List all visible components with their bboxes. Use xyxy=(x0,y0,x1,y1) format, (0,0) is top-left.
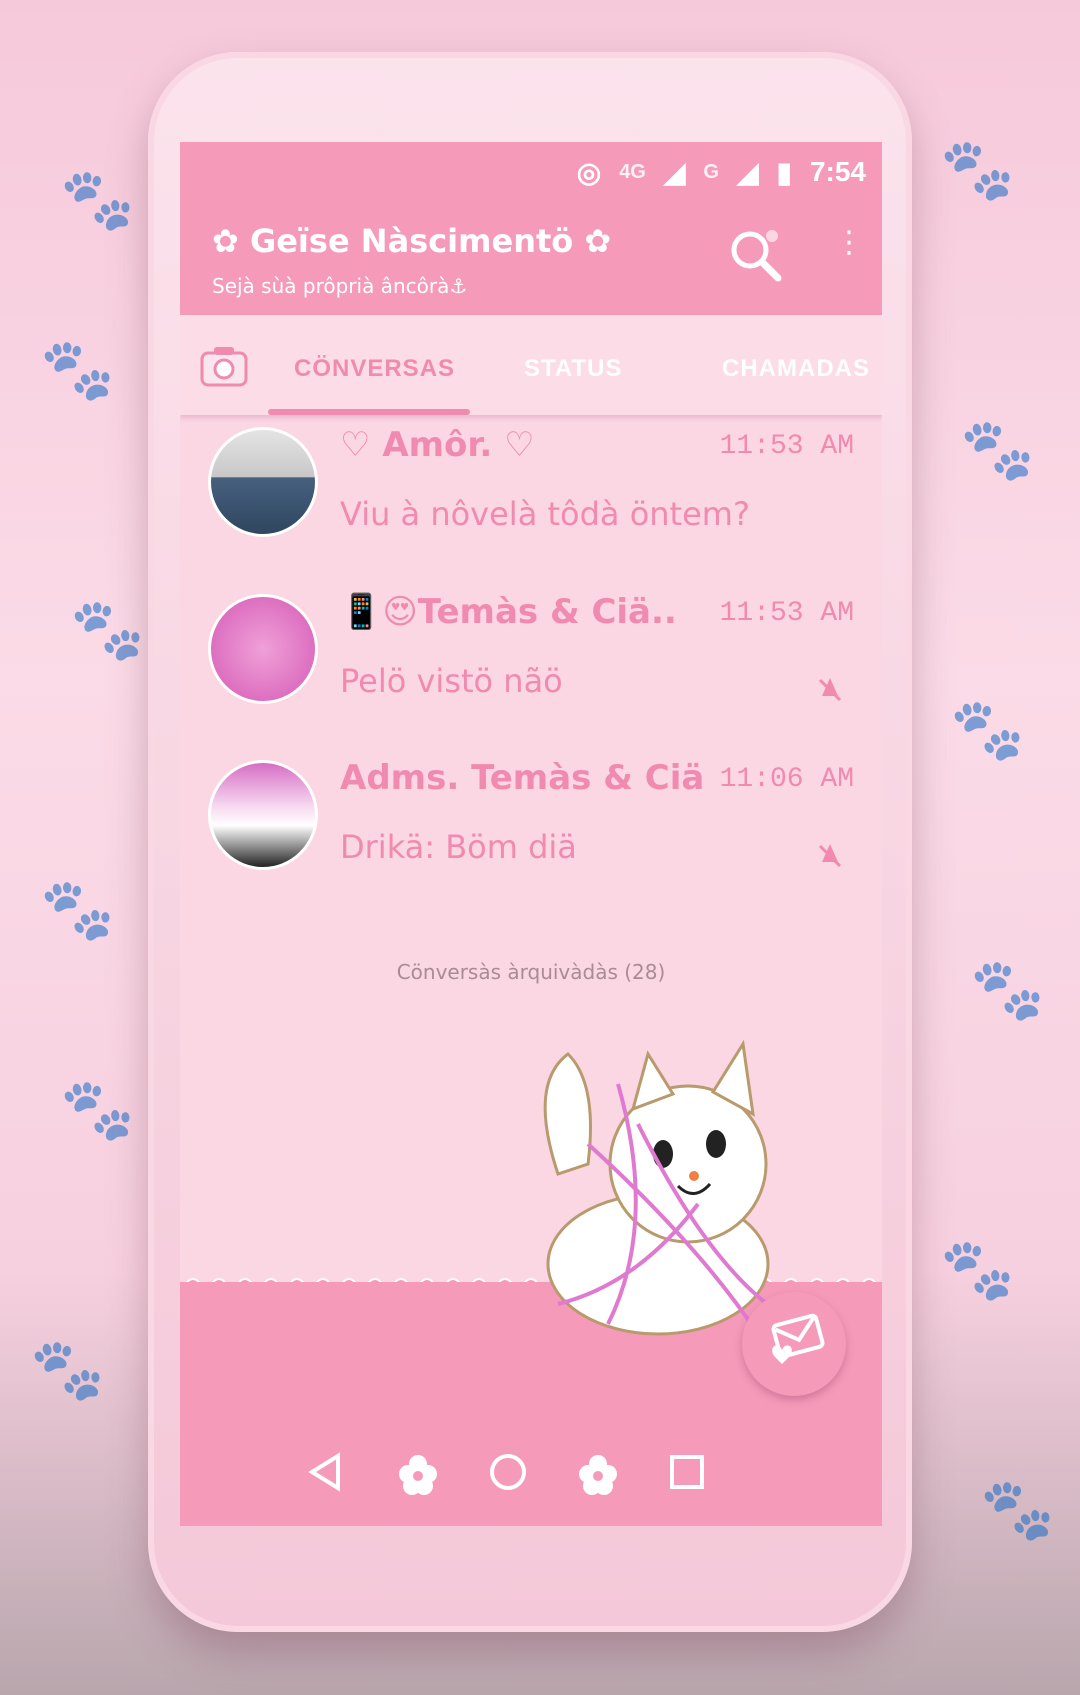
search-icon[interactable] xyxy=(724,224,784,284)
tab-indicator xyxy=(268,409,470,415)
mute-icon xyxy=(818,678,842,702)
camera-icon[interactable] xyxy=(200,343,248,387)
menu-icon[interactable]: ⋮ xyxy=(834,228,864,258)
flower-icon xyxy=(399,1455,437,1495)
status-bar: ◎ 4G ◢ G ◢ ▮ 7:54 xyxy=(180,142,882,202)
data-saver-icon: ◎ xyxy=(576,156,602,188)
chat-message: Viu à nôvelà tôdà öntem? xyxy=(340,495,750,533)
chat-row[interactable]: Adms. Temàs & Ciä 11:06 AM Drikä: Böm di… xyxy=(180,750,882,900)
chat-message: Drikä: Böm diä xyxy=(340,828,577,866)
profile-subtitle: Sejà sùà prôprià âncôrà⚓ xyxy=(212,274,468,298)
tab-chamadas[interactable]: CHAMADAS xyxy=(722,355,870,383)
status-time: 7:54 xyxy=(809,156,866,187)
chat-message: Pelö vistö nãö xyxy=(340,662,563,700)
chat-time: 11:53 AM xyxy=(719,431,854,462)
phone-screen: ◎ 4G ◢ G ◢ ▮ 7:54 ✿ Geïse Nàscimentö ✿ S… xyxy=(180,142,882,1526)
network-type-primary: 4G xyxy=(619,160,646,183)
signal-icon: ◢ xyxy=(663,156,686,188)
recents-icon[interactable] xyxy=(670,1455,704,1489)
app-bar: ✿ Geïse Nàscimentö ✿ Sejà sùà prôprià ân… xyxy=(180,202,882,315)
chat-name: Adms. Temàs & Ciä xyxy=(340,758,705,798)
tab-status[interactable]: STATUS xyxy=(524,355,622,383)
archived-chats-link[interactable]: Cönversàs àrquivàdàs (28) xyxy=(180,960,882,984)
profile-title: ✿ Geïse Nàscimentö ✿ xyxy=(212,222,612,260)
network-type-secondary: G xyxy=(703,160,719,183)
new-message-button[interactable] xyxy=(742,1292,846,1396)
tab-bar: CÖNVERSAS STATUS CHAMADAS xyxy=(180,315,882,415)
signal-icon-2: ◢ xyxy=(736,156,759,188)
message-heart-icon xyxy=(771,1313,825,1364)
tab-conversas[interactable]: CÖNVERSAS xyxy=(294,355,455,383)
chat-time: 11:53 AM xyxy=(719,598,854,629)
chat-name: ♡ Amôr. ♡ xyxy=(340,425,535,465)
chat-row[interactable]: 📱😍Temàs & Ciä.. 11:53 AM Pelö vistö nãö xyxy=(180,584,882,734)
avatar xyxy=(208,760,318,870)
chat-row[interactable]: ♡ Amôr. ♡ 11:53 AM Viu à nôvelà tôdà önt… xyxy=(180,417,882,567)
battery-icon: ▮ xyxy=(776,156,792,188)
back-icon[interactable] xyxy=(308,1452,340,1492)
avatar xyxy=(208,594,318,704)
home-icon[interactable] xyxy=(490,1454,526,1490)
mute-icon xyxy=(818,844,842,868)
chat-name: 📱😍Temàs & Ciä.. xyxy=(340,592,677,632)
chat-time: 11:06 AM xyxy=(719,764,854,795)
system-nav-bar xyxy=(308,1452,704,1495)
flower-icon xyxy=(579,1455,617,1495)
avatar xyxy=(208,427,318,537)
